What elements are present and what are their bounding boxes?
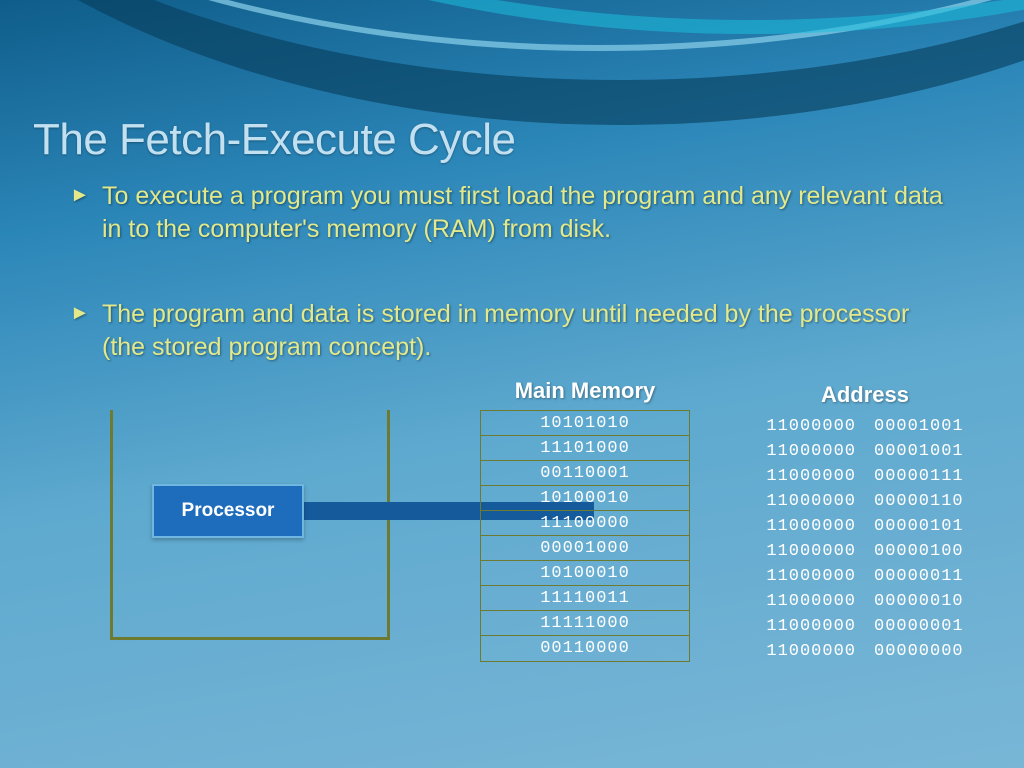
- slide-title: The Fetch-Execute Cycle: [33, 115, 515, 165]
- address-row: 1100000000000101: [740, 514, 990, 539]
- address-row: 1100000000000110: [740, 489, 990, 514]
- address-row: 1100000000000011: [740, 564, 990, 589]
- processor-diagram: Processor: [110, 410, 390, 640]
- bullet-marker-icon: ►: [70, 298, 102, 364]
- memory-cell: 00110000: [481, 636, 689, 661]
- memory-cell: 11100000: [481, 511, 689, 536]
- bullet-item: ► To execute a program you must first lo…: [70, 180, 950, 246]
- memory-cell: 00110001: [481, 461, 689, 486]
- memory-cell: 00001000: [481, 536, 689, 561]
- main-memory-block: Main Memory 10101010 11101000 00110001 1…: [480, 378, 690, 662]
- memory-cell: 11111000: [481, 611, 689, 636]
- address-row: 1100000000001001: [740, 439, 990, 464]
- bullet-marker-icon: ►: [70, 180, 102, 246]
- address-row: 1100000000000000: [740, 639, 990, 664]
- processor-box: Processor: [152, 484, 304, 538]
- address-row: 1100000000001001: [740, 414, 990, 439]
- memory-cell: 10100010: [481, 561, 689, 586]
- memory-cells: 10101010 11101000 00110001 10100010 1110…: [480, 410, 690, 662]
- memory-cell: 10101010: [481, 411, 689, 436]
- address-label: Address: [740, 382, 990, 408]
- memory-cell: 11101000: [481, 436, 689, 461]
- address-block: Address 1100000000001001 110000000000100…: [740, 382, 990, 664]
- bullet-text: The program and data is stored in memory…: [102, 298, 950, 364]
- address-row: 1100000000000100: [740, 539, 990, 564]
- bullet-item: ► The program and data is stored in memo…: [70, 298, 950, 364]
- memory-cell: 10100010: [481, 486, 689, 511]
- memory-cell: 11110011: [481, 586, 689, 611]
- slide: The Fetch-Execute Cycle ► To execute a p…: [0, 0, 1024, 768]
- main-memory-label: Main Memory: [480, 378, 690, 404]
- address-row: 1100000000000111: [740, 464, 990, 489]
- address-row: 1100000000000010: [740, 589, 990, 614]
- bullet-text: To execute a program you must first load…: [102, 180, 950, 246]
- address-row: 1100000000000001: [740, 614, 990, 639]
